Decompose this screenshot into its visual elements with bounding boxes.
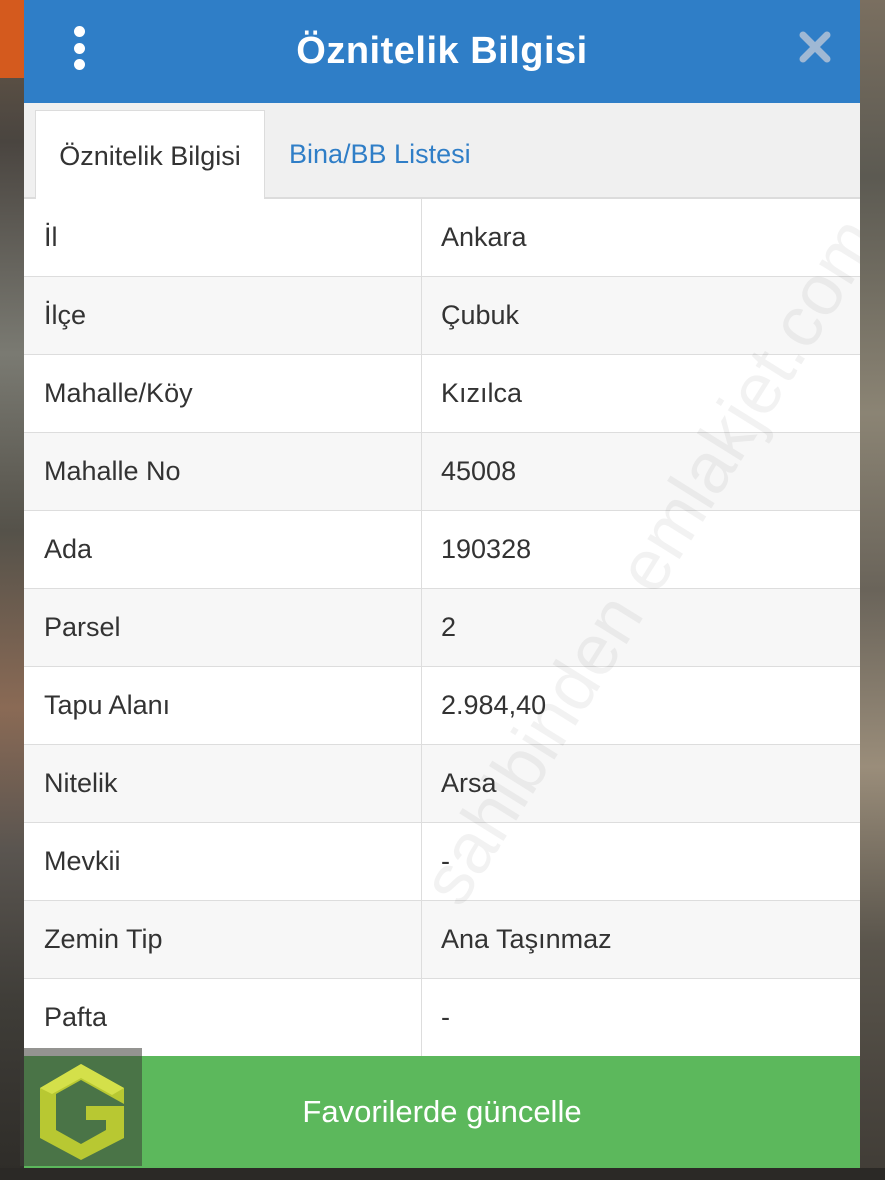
- table-row: Tapu Alanı 2.984,40: [24, 667, 860, 745]
- table-row: Ada 190328: [24, 511, 860, 589]
- row-value: 190328: [441, 534, 532, 564]
- table-row: Zemin Tip Ana Taşınmaz: [24, 901, 860, 979]
- row-label: İlçe: [24, 277, 422, 354]
- table-row: Parsel 2: [24, 589, 860, 667]
- row-label: Pafta: [24, 979, 422, 1056]
- row-value: Çubuk: [441, 300, 520, 330]
- row-label: İl: [24, 199, 422, 276]
- table-row: Mahalle/Köy Kızılca: [24, 355, 860, 433]
- row-value: Arsa: [441, 768, 497, 798]
- table-row: Mevkii -: [24, 823, 860, 901]
- row-label: Zemin Tip: [24, 901, 422, 978]
- row-label: Mahalle No: [24, 433, 422, 510]
- table-row: Pafta -: [24, 979, 860, 1057]
- tab-attribute-info[interactable]: Öznitelik Bilgisi: [35, 110, 265, 201]
- row-value: 2.984,40: [441, 690, 547, 720]
- row-value: -: [441, 1002, 450, 1032]
- row-value: Ankara: [441, 222, 527, 252]
- close-icon[interactable]: [798, 30, 832, 64]
- update-favorites-button[interactable]: Favorilerde güncelle: [24, 1056, 860, 1168]
- row-value: 2: [441, 612, 457, 642]
- attribute-info-panel: Öznitelik Bilgisi Öznitelik Bilgisi Bina…: [24, 0, 860, 1168]
- emlakjet-logo-icon: [20, 1048, 142, 1166]
- row-value: Kızılca: [441, 378, 523, 408]
- kebab-menu-icon[interactable]: [70, 26, 88, 70]
- panel-header: Öznitelik Bilgisi: [24, 0, 860, 103]
- tab-building-list[interactable]: Bina/BB Listesi: [289, 110, 471, 199]
- tab-bar: Öznitelik Bilgisi Bina/BB Listesi: [24, 103, 860, 201]
- row-value: Ana Taşınmaz: [441, 924, 612, 954]
- map-left-edge: [0, 0, 24, 1180]
- map-bottom-edge: [0, 1168, 885, 1180]
- table-row: İl Ankara: [24, 199, 860, 277]
- row-label: Mahalle/Köy: [24, 355, 422, 432]
- panel-title: Öznitelik Bilgisi: [296, 30, 588, 72]
- table-row: Mahalle No 45008: [24, 433, 860, 511]
- table-row: Nitelik Arsa: [24, 745, 860, 823]
- row-label: Nitelik: [24, 745, 422, 822]
- row-label: Ada: [24, 511, 422, 588]
- map-right-edge: [860, 0, 885, 1180]
- row-label: Parsel: [24, 589, 422, 666]
- row-value: -: [441, 846, 450, 876]
- row-label: Tapu Alanı: [24, 667, 422, 744]
- row-label: Mevkii: [24, 823, 422, 900]
- attribute-table: İl Ankara İlçe Çubuk Mahalle/Köy Kızılca…: [24, 199, 860, 1057]
- row-value: 45008: [441, 456, 517, 486]
- table-row: İlçe Çubuk: [24, 277, 860, 355]
